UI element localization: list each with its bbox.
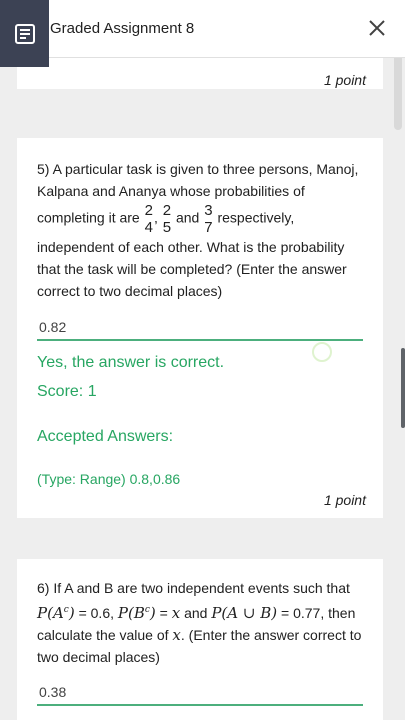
fraction-denominator: 7 bbox=[204, 219, 213, 236]
math-part: P(A bbox=[37, 604, 64, 622]
top-bar: Graded Assignment 8 bbox=[0, 0, 405, 67]
question-text: 5) A particular task is given to three p… bbox=[37, 158, 365, 302]
question-points: 1 point bbox=[323, 492, 366, 508]
answer-underline bbox=[37, 339, 363, 341]
equals-value: = 0.6, bbox=[78, 605, 114, 621]
fraction-1: 24 bbox=[145, 202, 153, 236]
fraction-numerator: 2 bbox=[144, 202, 153, 219]
question-text-part: 6) If A and B are two independent events… bbox=[37, 580, 350, 596]
fraction-numerator: 3 bbox=[204, 202, 213, 219]
math-expr: P(Ac) bbox=[37, 604, 75, 622]
fraction-denominator: 4 bbox=[144, 219, 153, 236]
fraction-2: 25 bbox=[163, 202, 171, 236]
feedback-text: Yes, the answer is correct. bbox=[37, 354, 225, 371]
math-variable: x bbox=[171, 604, 181, 622]
score-text: Score: 1 bbox=[37, 383, 97, 400]
fraction-denominator: 5 bbox=[162, 219, 172, 236]
fraction-3: 37 bbox=[204, 202, 212, 236]
comma: , bbox=[153, 209, 158, 226]
question-text: 6) If A and B are two independent events… bbox=[37, 577, 365, 668]
page-title: Graded Assignment 8 bbox=[50, 20, 195, 37]
equals-sign: = bbox=[281, 605, 290, 621]
accepted-answers-label: Accepted Answers: bbox=[37, 428, 174, 445]
math-part: P(B bbox=[117, 604, 145, 622]
math-variable: x bbox=[172, 626, 181, 644]
question-card-4: 1 point bbox=[17, 58, 383, 89]
math-part: ) bbox=[68, 604, 75, 622]
question-points: 1 point bbox=[323, 72, 366, 88]
fraction-numerator: 2 bbox=[162, 202, 172, 219]
question-card-5: 5) A particular task is given to three p… bbox=[17, 138, 383, 518]
answer-value[interactable]: 0.82 bbox=[39, 319, 66, 335]
loading-ring-icon bbox=[312, 342, 332, 362]
math-expr: P(Bc) bbox=[118, 604, 156, 622]
question-card-6: 6) If A and B are two independent events… bbox=[17, 559, 383, 720]
answer-value[interactable]: 0.38 bbox=[39, 684, 66, 700]
scrollbar-thumb[interactable] bbox=[401, 348, 405, 428]
conjunction: and bbox=[184, 605, 208, 621]
accepted-answers-value: (Type: Range) 0.8,0.86 bbox=[37, 471, 181, 487]
math-expr: P(A ∪ B) bbox=[211, 604, 278, 622]
conjunction: and bbox=[175, 209, 200, 226]
math-part: ) bbox=[149, 604, 156, 622]
equals-sign: = bbox=[159, 605, 168, 621]
answer-underline bbox=[37, 704, 363, 706]
close-icon[interactable] bbox=[367, 18, 387, 38]
assignment-icon bbox=[0, 0, 49, 67]
